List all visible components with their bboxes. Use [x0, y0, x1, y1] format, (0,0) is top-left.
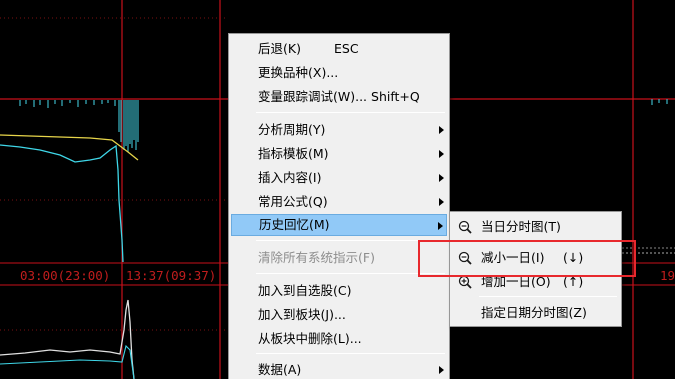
menu-item-label: 分析周期(Y) [258, 121, 326, 137]
submenu-arrow-icon [439, 126, 444, 134]
lower-price-line [0, 299, 135, 379]
price-line [0, 144, 124, 263]
menu-item-history-review[interactable]: 历史回忆(M) [231, 214, 447, 236]
menu-item-label: 当日分时图(T) [481, 218, 561, 234]
menu-item-insert-content[interactable]: 插入内容(I) [231, 167, 447, 189]
submenu-arrow-icon [439, 150, 444, 158]
menu-item-indicator-template[interactable]: 指标模板(M) [231, 143, 447, 165]
time-axis-label-1: 03:00(23:00) [20, 268, 111, 283]
menu-item-label: 从板块中删除(L)... [258, 330, 362, 346]
time-axis-label-right: 19 [660, 268, 675, 283]
menu-item-label: 清除所有系统指示(F) [258, 249, 375, 265]
menu-item-analysis-period[interactable]: 分析周期(Y) [231, 119, 447, 141]
menu-item-hint: (↑) [563, 273, 584, 289]
menu-item-label: 指定日期分时图(Z) [481, 304, 587, 320]
menu-separator [479, 296, 617, 297]
menu-separator [256, 240, 445, 241]
submenu-arrow-icon [439, 198, 444, 206]
volume-bars-right [651, 99, 668, 105]
submenu-arrow-icon [438, 222, 443, 230]
menu-item-clear-system-indicators: 清除所有系统指示(F) [231, 247, 447, 269]
menu-item-data[interactable]: 数据(A) [231, 359, 447, 379]
zoom-in-icon [458, 275, 472, 289]
menu-item-label: 变量跟踪调试(W)... Shift+Q [258, 88, 420, 104]
menu-item-common-formula[interactable]: 常用公式(Q) [231, 191, 447, 213]
menu-separator [256, 273, 445, 274]
menu-item-change-variety[interactable]: 更换品种(X)... [231, 62, 447, 84]
menu-item-remove-from-block[interactable]: 从板块中删除(L)... [231, 328, 447, 350]
menu-item-add-to-block[interactable]: 加入到板块(J)... [231, 304, 447, 326]
menu-item-back[interactable]: 后退(K) ESC [231, 38, 447, 60]
menu-item-label: 后退(K) [258, 40, 301, 56]
menu-item-label: 常用公式(Q) [258, 193, 328, 209]
menu-item-label: 数据(A) [258, 361, 302, 377]
menu-item-label: 加入到自选股(C) [258, 282, 352, 298]
menu-item-label: 更换品种(X)... [258, 64, 339, 80]
menu-item-label: 加入到板块(J)... [258, 306, 346, 322]
menu-separator [256, 112, 445, 113]
submenu-arrow-icon [439, 174, 444, 182]
menu-item-label: 指标模板(M) [258, 145, 329, 161]
menu-item-variable-trace-debug[interactable]: 变量跟踪调试(W)... Shift+Q [231, 86, 447, 108]
menu-item-label: 增加一日(O) [481, 273, 551, 289]
annotation-highlight-box [418, 240, 636, 277]
menu-item-shortcut: ESC [334, 40, 359, 56]
menu-item-add-to-watchlist[interactable]: 加入到自选股(C) [231, 280, 447, 302]
submenu-arrow-icon [439, 366, 444, 374]
volume-bars [19, 100, 139, 152]
submenu-item-intraday-today[interactable]: 当日分时图(T) [452, 216, 619, 238]
context-menu: 后退(K) ESC 更换品种(X)... 变量跟踪调试(W)... Shift+… [228, 33, 450, 379]
time-axis-label-2: 13:37(09:37) [126, 268, 217, 283]
menu-separator [256, 353, 445, 354]
menu-item-label: 插入内容(I) [258, 169, 322, 185]
lower-indicator-line [0, 344, 135, 379]
submenu-item-date-intraday[interactable]: 指定日期分时图(Z) [452, 302, 619, 324]
menu-item-label: 历史回忆(M) [259, 216, 330, 232]
zoom-out-icon [458, 220, 472, 234]
